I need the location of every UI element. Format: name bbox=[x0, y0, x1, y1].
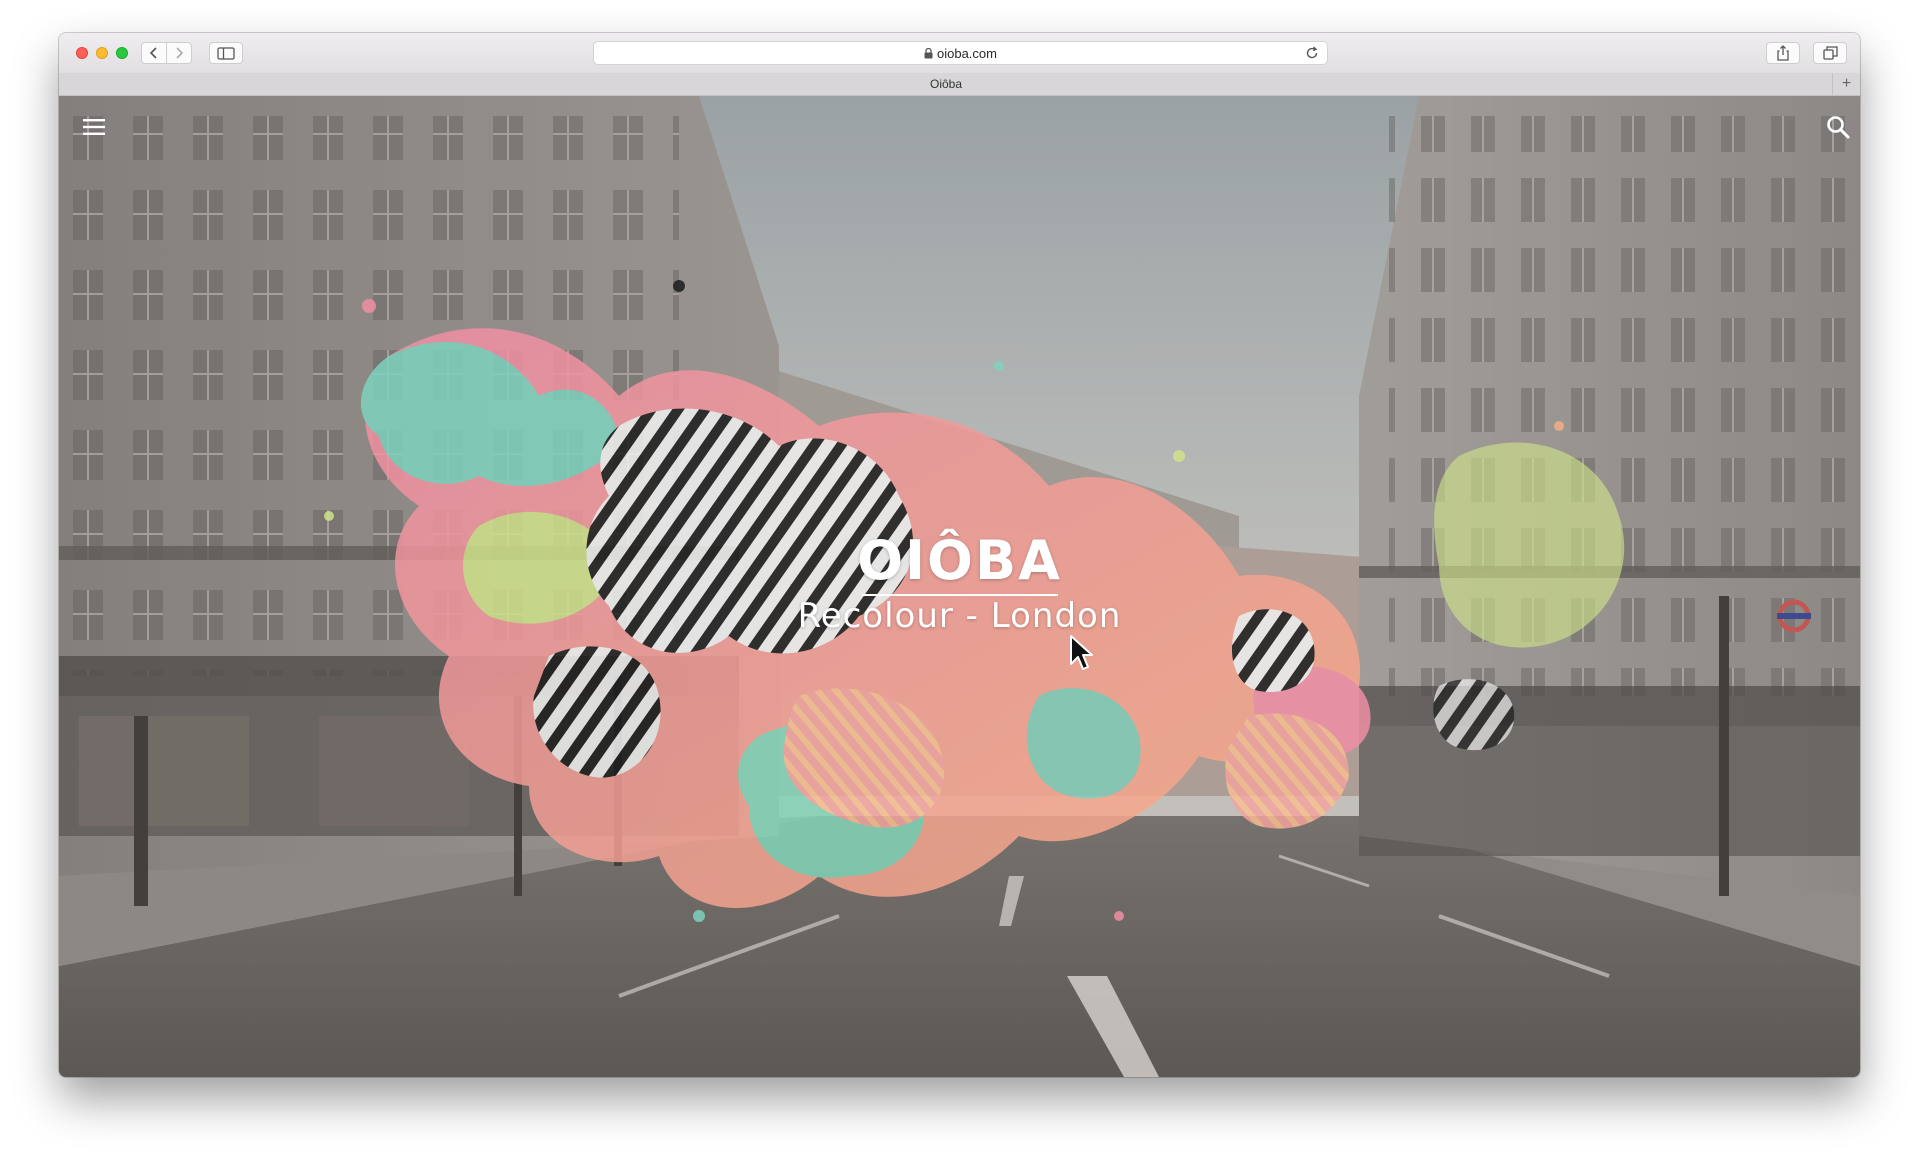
reload-icon bbox=[1306, 46, 1318, 59]
browser-toolbar: oioba.com bbox=[59, 33, 1860, 74]
tabs-overview-icon bbox=[1822, 46, 1838, 60]
search-button[interactable] bbox=[1825, 114, 1851, 140]
hero-tagline: Recolour - London bbox=[797, 596, 1122, 636]
share-button[interactable] bbox=[1766, 42, 1800, 64]
tab-oioba[interactable]: Oiôba bbox=[59, 73, 1833, 95]
tabs-overview-button[interactable] bbox=[1813, 42, 1847, 64]
search-icon bbox=[1827, 116, 1850, 139]
webpage: OIÔBA Recolour - London bbox=[59, 96, 1860, 1077]
forward-button[interactable] bbox=[166, 42, 192, 64]
sidebar-icon bbox=[217, 46, 235, 60]
menu-button[interactable] bbox=[81, 114, 107, 140]
browser-window: oioba.com Oiôba + OIÔBA Recolour - Londo… bbox=[59, 33, 1860, 1077]
mouse-pointer-icon bbox=[1070, 635, 1093, 670]
hamburger-menu-icon bbox=[83, 119, 105, 135]
lock-icon bbox=[924, 47, 933, 59]
reload-button[interactable] bbox=[1305, 46, 1319, 63]
back-button[interactable] bbox=[141, 42, 167, 64]
tab-bar: Oiôba + bbox=[59, 73, 1860, 96]
minimize-window-button[interactable] bbox=[96, 47, 108, 59]
zoom-window-button[interactable] bbox=[116, 47, 128, 59]
url-text: oioba.com bbox=[937, 45, 997, 61]
chevron-right-icon bbox=[176, 47, 184, 59]
address-bar[interactable]: oioba.com bbox=[593, 41, 1328, 65]
new-tab-button[interactable]: + bbox=[1832, 73, 1860, 95]
chevron-left-icon bbox=[149, 47, 157, 59]
site-logo[interactable]: OIÔBA bbox=[59, 531, 1860, 591]
sidebar-button[interactable] bbox=[209, 42, 243, 64]
share-icon bbox=[1777, 45, 1789, 61]
close-window-button[interactable] bbox=[76, 47, 88, 59]
